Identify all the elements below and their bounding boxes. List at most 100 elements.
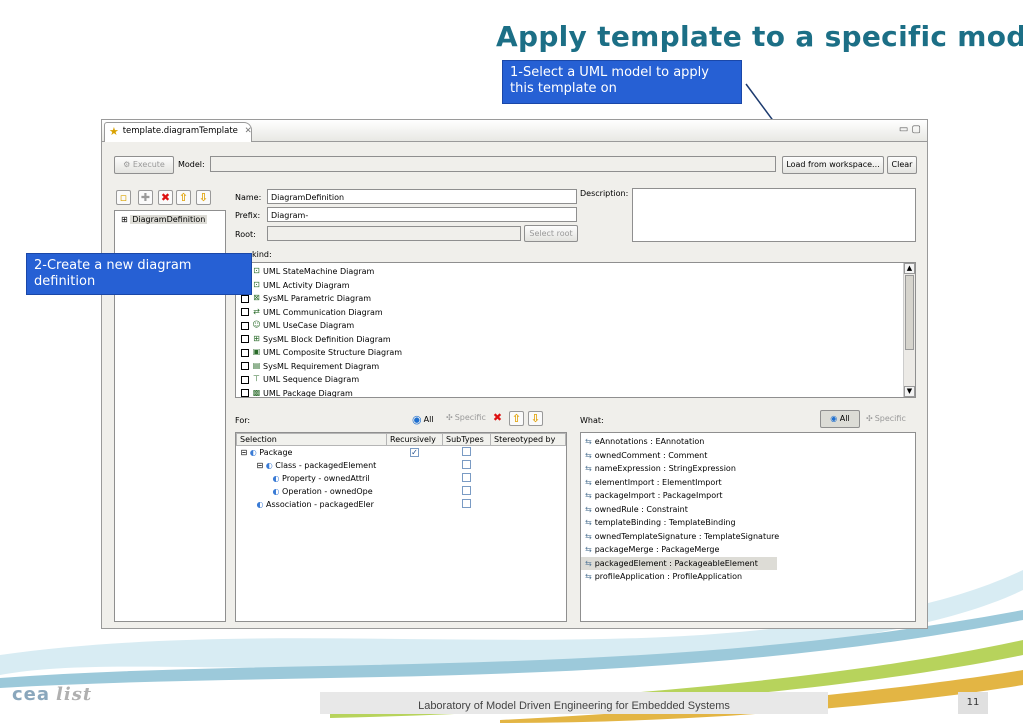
- move-down-icon[interactable]: ⇩: [196, 190, 211, 205]
- what-label: What:: [580, 416, 604, 425]
- execute-button[interactable]: ⚙ Execute: [114, 156, 174, 174]
- what-item[interactable]: ⇆ profileApplication : ProfileApplication: [581, 570, 915, 584]
- what-item[interactable]: ⇆ ownedTemplateSignature : TemplateSignat…: [581, 530, 915, 544]
- what-item[interactable]: ⇆ ownedRule : Constraint: [581, 503, 915, 517]
- name-label: Name:: [235, 193, 262, 202]
- execute-icon: ⚙: [123, 160, 131, 169]
- selection-row[interactable]: ◐ Property - ownedAttril: [237, 472, 566, 485]
- select-root-button[interactable]: Select root: [524, 225, 578, 242]
- scroll-up-icon[interactable]: ▲: [904, 263, 915, 274]
- subtypes-checkbox[interactable]: [462, 446, 471, 456]
- diagram-kind-item[interactable]: ☺ UML UseCase Diagram: [236, 319, 915, 333]
- block-icon: ⊞: [253, 333, 260, 343]
- selection-row[interactable]: ⊟ ◐ Package ✓: [237, 446, 566, 459]
- kind-list-scrollbar[interactable]: ▲ ▼: [903, 263, 915, 397]
- close-icon[interactable]: ✕: [245, 126, 252, 136]
- col-stereotyped-by[interactable]: Stereotyped by: [490, 433, 566, 446]
- for-all-button[interactable]: ◉ All: [412, 413, 434, 426]
- expander-icon[interactable]: ⊟: [241, 448, 250, 457]
- kind-label-text: SysML Block Definition Diagram: [263, 334, 391, 344]
- add-icon[interactable]: ✚: [138, 190, 153, 205]
- sequence-icon: ⊤: [253, 374, 260, 384]
- diagram-kind-item[interactable]: ⊞ SysML Block Definition Diagram: [236, 333, 915, 347]
- what-item[interactable]: ⇆ nameExpression : StringExpression: [581, 462, 915, 476]
- reference-icon: ⇆: [585, 572, 592, 582]
- what-item[interactable]: ⇆ elementImport : ElementImport: [581, 476, 915, 490]
- subtypes-checkbox[interactable]: [462, 485, 471, 495]
- what-item[interactable]: ⇆ packagedElement : PackageableElement: [581, 556, 777, 570]
- kind-checkbox[interactable]: [241, 375, 249, 384]
- kind-checkbox[interactable]: [241, 348, 249, 357]
- remove-selection-icon[interactable]: ✖: [490, 411, 505, 426]
- tree-item-diagramdefinition[interactable]: ⊞ DiagramDefinition: [115, 211, 225, 228]
- kind-checkbox[interactable]: [241, 308, 249, 317]
- col-selection[interactable]: Selection: [236, 433, 387, 446]
- what-specific-button[interactable]: ✣ Specific: [866, 414, 906, 423]
- what-all-label: All: [839, 414, 850, 423]
- tab-template-diagramtemplate[interactable]: ★ template.diagramTemplate ✕: [104, 122, 252, 142]
- subtypes-checkbox[interactable]: [462, 472, 471, 482]
- what-item[interactable]: ⇆ packageMerge : PackageMerge: [581, 543, 915, 557]
- what-item[interactable]: ⇆ templateBinding : TemplateBinding: [581, 516, 915, 530]
- parametric-icon: ⊠: [253, 293, 260, 303]
- subtypes-checkbox[interactable]: [462, 459, 471, 469]
- reference-icon: ⇆: [585, 464, 592, 474]
- diagram-kind-item[interactable]: ⇄ UML Communication Diagram: [236, 306, 915, 320]
- reference-icon: ⇆: [585, 477, 592, 487]
- all-icon: ◉: [412, 413, 422, 426]
- diagram-kind-item[interactable]: ⊤ UML Sequence Diagram: [236, 373, 915, 387]
- recursively-checkbox[interactable]: ✓: [410, 447, 419, 457]
- clear-button[interactable]: Clear: [887, 156, 917, 174]
- kind-checkbox[interactable]: [241, 389, 249, 397]
- stereotyped-by-cell[interactable]: [491, 446, 566, 459]
- what-all-button[interactable]: ◉ All: [820, 410, 860, 428]
- footer-text: Laboratory of Model Driven Engineering f…: [320, 692, 828, 714]
- prefix-field[interactable]: Diagram-: [267, 207, 577, 222]
- scroll-thumb[interactable]: [905, 275, 914, 350]
- what-item-label: nameExpression : StringExpression: [594, 464, 736, 474]
- subtypes-checkbox[interactable]: [462, 498, 471, 508]
- selection-down-icon[interactable]: ⇩: [528, 411, 543, 426]
- stereotyped-by-cell[interactable]: [491, 498, 566, 511]
- kind-checkbox[interactable]: [241, 294, 249, 303]
- selection-up-icon[interactable]: ⇧: [509, 411, 524, 426]
- name-field[interactable]: DiagramDefinition: [267, 189, 577, 204]
- what-item[interactable]: ⇆ packageImport : PackageImport: [581, 489, 915, 503]
- selection-row[interactable]: ◐ Operation - ownedOpe: [237, 485, 566, 498]
- selection-label: Association - packagedEler: [266, 499, 374, 509]
- expander-icon[interactable]: ⊟: [257, 461, 266, 470]
- kind-label-text: UML Composite Structure Diagram: [263, 348, 403, 358]
- scroll-down-icon[interactable]: ▼: [904, 386, 915, 397]
- stereotyped-by-cell[interactable]: [491, 459, 566, 472]
- reference-icon: ⇆: [585, 450, 592, 460]
- minimize-maximize-icon[interactable]: ▭ ▢: [899, 124, 921, 135]
- root-field[interactable]: [267, 226, 521, 241]
- model-field[interactable]: [210, 156, 776, 172]
- kind-checkbox[interactable]: [241, 335, 249, 344]
- load-from-workspace-button[interactable]: Load from workspace...: [782, 156, 884, 174]
- delete-icon[interactable]: ✖: [158, 190, 173, 205]
- move-up-icon[interactable]: ⇧: [176, 190, 191, 205]
- selection-row[interactable]: ⊟ ◐ Class - packagedElement: [237, 459, 566, 472]
- what-item[interactable]: ⇆ eAnnotations : EAnnotation: [581, 435, 915, 449]
- stereotyped-by-cell[interactable]: [491, 485, 566, 498]
- diagram-kind-item[interactable]: ⊡ UML StateMachine Diagram: [236, 265, 915, 279]
- new-definition-icon[interactable]: ▫: [116, 190, 131, 205]
- diagram-kind-list: ⊡ UML StateMachine Diagram ⊡ UML Activity D…: [235, 262, 916, 398]
- kind-checkbox[interactable]: [241, 321, 249, 330]
- diagram-kind-item[interactable]: ⊡ UML Activity Diagram: [236, 279, 915, 293]
- for-specific-button[interactable]: ✣ Specific: [446, 413, 486, 422]
- what-item[interactable]: ⇆ ownedComment : Comment: [581, 449, 915, 463]
- element-icon: ◐: [249, 447, 260, 457]
- diagram-kind-item[interactable]: ▤ SysML Requirement Diagram: [236, 360, 915, 374]
- kind-checkbox[interactable]: [241, 362, 249, 371]
- reference-icon: ⇆: [585, 504, 592, 514]
- selection-row[interactable]: ◐ Association - packagedEler: [237, 498, 566, 511]
- col-recursively[interactable]: Recursively: [386, 433, 443, 446]
- diagram-kind-item[interactable]: ▩ UML Package Diagram: [236, 387, 915, 397]
- diagram-kind-item[interactable]: ▣ UML Composite Structure Diagram: [236, 346, 915, 360]
- description-field[interactable]: [632, 188, 916, 242]
- col-subtypes[interactable]: SubTypes: [442, 433, 491, 446]
- diagram-kind-item[interactable]: ⊠ SysML Parametric Diagram: [236, 292, 915, 306]
- stereotyped-by-cell[interactable]: [491, 472, 566, 485]
